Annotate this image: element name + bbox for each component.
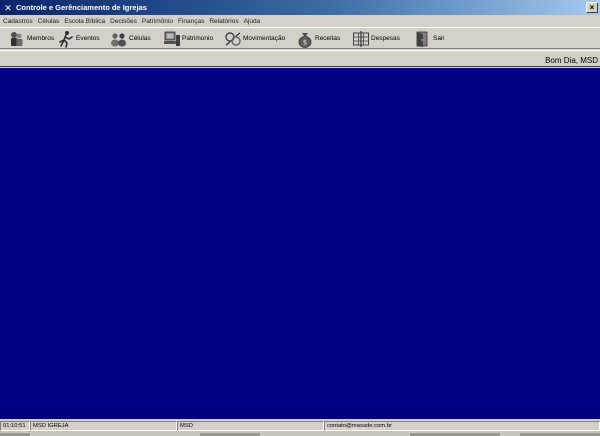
menu-relatorios[interactable]: Relatórios bbox=[209, 18, 238, 25]
menu-bar: Cadastros Células Escola Bíblica Decisõe… bbox=[0, 15, 600, 27]
exit-door-icon bbox=[416, 31, 428, 47]
app-icon[interactable]: ✕ bbox=[3, 3, 13, 13]
status-contact: contato@masade.com.br bbox=[324, 421, 600, 431]
money-bag-icon: $ bbox=[298, 32, 312, 48]
eventos-button[interactable]: Eventos bbox=[57, 29, 100, 48]
membros-button[interactable]: Membros bbox=[8, 29, 54, 48]
window-titlebar[interactable]: ✕ Controle e Gerênciamento de Igrejas × bbox=[0, 0, 600, 15]
despesas-button[interactable]: Despesas bbox=[352, 29, 400, 48]
menu-patrimonio[interactable]: Patrimônio bbox=[142, 18, 173, 25]
movimentacao-button[interactable]: Movimentação bbox=[224, 29, 285, 48]
exchange-icon bbox=[225, 31, 241, 46]
menu-escola-biblica[interactable]: Escola Bíblica bbox=[64, 18, 105, 25]
taskbar-strip bbox=[0, 431, 600, 436]
mdi-workspace[interactable] bbox=[0, 68, 600, 419]
celulas-label: Células bbox=[129, 35, 151, 42]
greeting-text: Bom Dia, MSD bbox=[545, 56, 598, 65]
members-icon bbox=[11, 31, 23, 46]
movimentacao-label: Movimentação bbox=[243, 35, 286, 42]
svg-text:$: $ bbox=[303, 38, 307, 46]
close-button[interactable]: × bbox=[586, 2, 598, 13]
menu-financas[interactable]: Finanças bbox=[178, 18, 204, 25]
group-icon bbox=[111, 32, 126, 46]
menu-ajuda[interactable]: Ajuda bbox=[244, 18, 261, 25]
patrimonio-label: Patrimonio bbox=[182, 35, 214, 42]
status-church: MSD IGREJA bbox=[30, 421, 177, 431]
despesas-label: Despesas bbox=[371, 35, 400, 42]
status-time: 01:10:51 bbox=[0, 421, 30, 431]
computer-icon bbox=[164, 31, 180, 46]
window-title: Controle e Gerênciamento de Igrejas bbox=[16, 3, 147, 12]
status-bar: 01:10:51 MSD IGREJA MSD contato@masade.c… bbox=[0, 421, 600, 431]
celulas-button[interactable]: Células bbox=[110, 29, 151, 48]
eventos-label: Eventos bbox=[76, 35, 100, 42]
expenses-grid-icon bbox=[353, 30, 369, 47]
menu-decisoes[interactable]: Decisões bbox=[110, 18, 137, 25]
greeting-bar: Bom Dia, MSD bbox=[0, 50, 600, 67]
receitas-label: Receitas bbox=[315, 35, 341, 42]
membros-label: Membros bbox=[27, 35, 55, 42]
menu-celulas[interactable]: Células bbox=[38, 18, 60, 25]
patrimonio-button[interactable]: Patrimonio bbox=[163, 29, 213, 48]
status-user: MSD bbox=[177, 421, 324, 431]
sair-button[interactable]: Sair bbox=[414, 29, 445, 48]
receitas-button[interactable]: $ Receitas bbox=[296, 29, 340, 48]
menu-cadastros[interactable]: Cadastros bbox=[3, 18, 33, 25]
running-person-icon bbox=[59, 30, 73, 48]
toolbar: Membros Eventos Células Patrimonio Movim… bbox=[0, 27, 600, 49]
sair-label: Sair bbox=[433, 35, 445, 42]
